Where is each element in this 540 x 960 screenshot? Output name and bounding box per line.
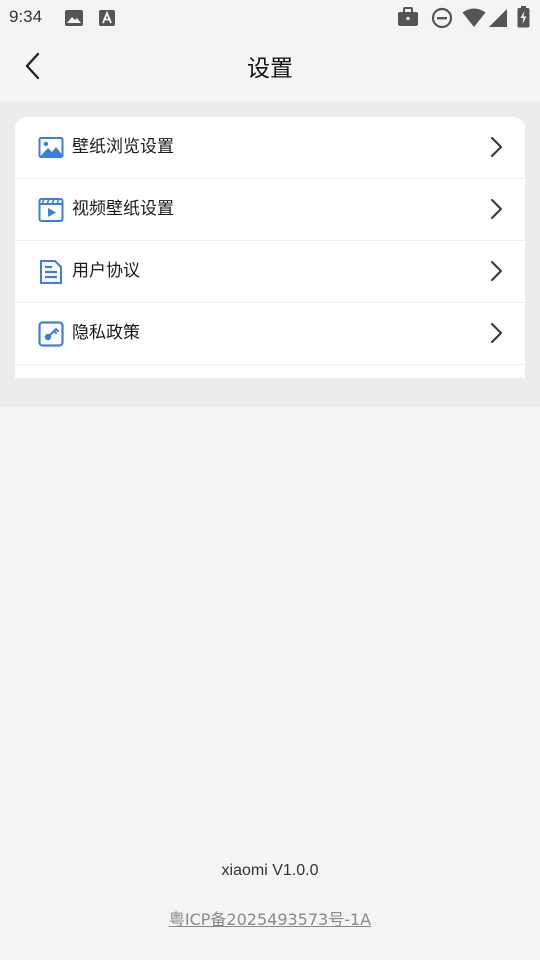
settings-item-wallpaper-browse[interactable]: 壁纸浏览设置 <box>15 117 525 179</box>
settings-item-video-wallpaper[interactable]: 视频壁纸设置 <box>15 179 525 241</box>
wifi-icon <box>462 8 486 32</box>
settings-item-label: 壁纸浏览设置 <box>72 137 174 157</box>
video-icon <box>38 197 64 223</box>
chevron-right-icon <box>489 322 503 344</box>
image-icon <box>38 135 64 161</box>
battery-charging-icon <box>517 6 530 32</box>
settings-item-label: 隐私政策 <box>72 323 140 343</box>
settings-item-label: 用户协议 <box>72 261 140 281</box>
app-version: xiaomi V1.0.0 <box>221 862 319 879</box>
chevron-right-icon <box>489 260 503 282</box>
briefcase-icon <box>397 7 419 31</box>
key-icon <box>38 321 64 347</box>
do-not-disturb-icon <box>431 7 453 33</box>
app-bar: 设置 <box>0 36 540 102</box>
page-title: 设置 <box>247 56 293 82</box>
image-icon <box>64 9 84 31</box>
settings-item-user-agreement[interactable]: 用户协议 <box>15 241 525 303</box>
signal-icon <box>488 8 508 32</box>
settings-item-privacy-policy[interactable]: 隐私政策 <box>15 303 525 365</box>
icp-link[interactable]: 粤ICP备2025493573号-1A <box>169 910 371 929</box>
font-icon <box>98 9 116 31</box>
document-icon <box>38 259 64 285</box>
settings-card: 壁纸浏览设置 视频壁纸设置 用户协议 隐私政策 <box>15 117 525 378</box>
content-area: 壁纸浏览设置 视频壁纸设置 用户协议 隐私政策 <box>0 102 540 407</box>
chevron-left-icon <box>24 52 40 84</box>
status-bar: 9:34 <box>0 0 540 36</box>
settings-item-label: 视频壁纸设置 <box>72 199 174 219</box>
status-time: 9:34 <box>9 7 43 26</box>
back-button[interactable] <box>14 50 50 86</box>
chevron-right-icon <box>489 136 503 158</box>
chevron-right-icon <box>489 198 503 220</box>
icp-footer: 粤ICP备2025493573号-1A <box>0 906 540 930</box>
